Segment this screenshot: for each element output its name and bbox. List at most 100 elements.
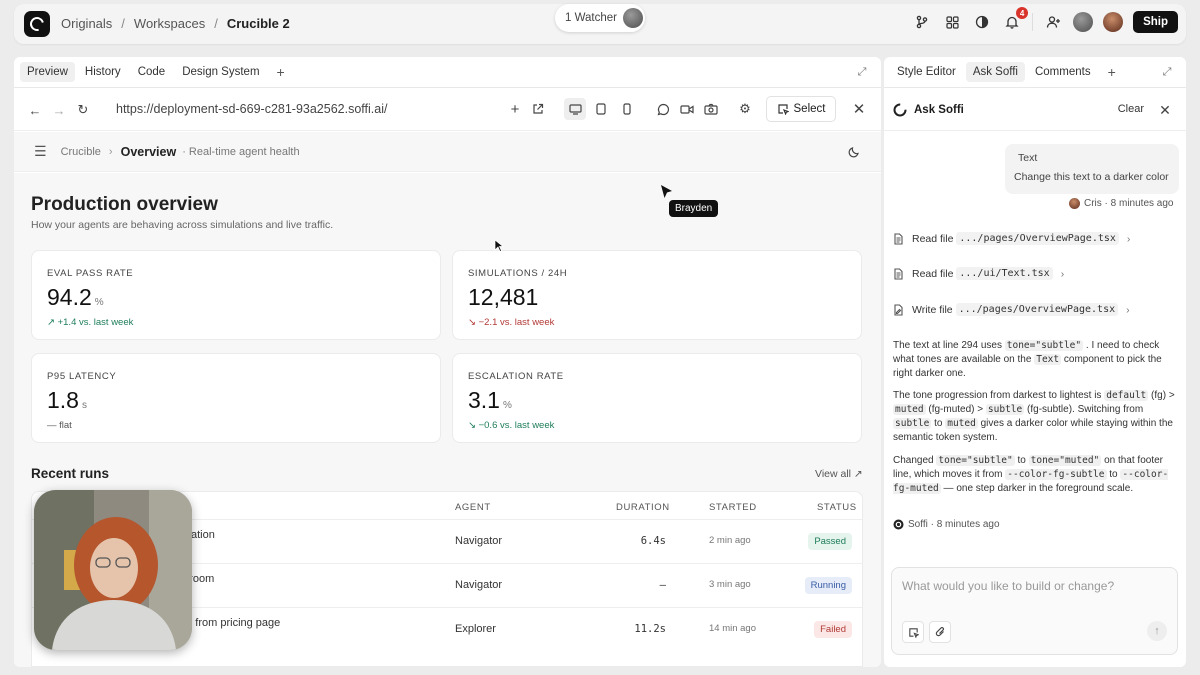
back-icon[interactable]: ← [24, 99, 46, 121]
breadcrumb-originals[interactable]: Originals [61, 16, 112, 31]
avatar[interactable] [1073, 12, 1094, 32]
select-label: Select [793, 103, 826, 115]
avatar[interactable] [1103, 12, 1124, 32]
app-subtitle: · Real-time agent health [182, 145, 300, 158]
page-title: Production overview [31, 194, 218, 215]
header-agent: AGENT [455, 502, 491, 513]
assistant-paragraph: Changed tone="subtle" to tone="muted" on… [893, 455, 1169, 494]
user-message-text: Change this text to a darker color [1014, 171, 1169, 183]
close-icon[interactable]: ✕ [848, 98, 870, 120]
expand-icon[interactable]: ⤢ [851, 61, 873, 83]
breadcrumb-current[interactable]: Crucible 2 [227, 16, 290, 31]
assistant-panel: Style Editor Ask Soffi Comments + ⤢ Ask … [884, 57, 1186, 667]
clear-button[interactable]: Clear [1118, 103, 1144, 115]
assistant-title: Ask Soffi [914, 103, 964, 116]
metric-card-p95-latency[interactable]: P95 LATENCY 1.8 s — flat [31, 353, 441, 443]
send-icon[interactable]: ↑ [1147, 621, 1167, 641]
status-badge: Failed [814, 621, 852, 638]
tab-comments[interactable]: Comments [1028, 62, 1098, 82]
url-field[interactable]: https://deployment-sd-669-c281-93a2562.s… [106, 96, 556, 122]
top-actions: 4 Ship [912, 7, 1178, 33]
tab-design-system[interactable]: Design System [175, 62, 266, 82]
ship-button[interactable]: Ship [1133, 11, 1178, 33]
add-tab-button[interactable]: + [1101, 60, 1123, 84]
add-user-icon[interactable] [1043, 12, 1063, 32]
bell-icon[interactable]: 4 [1002, 7, 1029, 32]
grid-icon[interactable] [942, 12, 962, 32]
select-cursor-icon [777, 104, 789, 115]
capture-tools [652, 98, 722, 120]
webcam-video[interactable] [34, 490, 192, 650]
url-bar: ← → ↻ https://deployment-sd-669-c281-93a… [14, 89, 881, 131]
select-element-icon[interactable] [902, 621, 924, 643]
mouse-pointer-icon [494, 239, 504, 252]
moon-icon[interactable] [843, 141, 865, 163]
open-external-icon[interactable] [527, 98, 549, 120]
app-logo[interactable] [24, 11, 50, 37]
metric-card-simulations[interactable]: SIMULATIONS / 24H 12,481 ↘ −2.1 vs. last… [452, 250, 862, 340]
header-duration: DURATION [616, 502, 670, 513]
watcher-label: 1 Watcher [565, 12, 617, 24]
tool-call[interactable]: Write file .../pages/OverviewPage.tsx › [893, 303, 1130, 316]
user-message: Text Change this text to a darker color [1005, 144, 1179, 194]
chevron-right-icon: › [1060, 267, 1065, 280]
run-agent: Navigator [455, 579, 503, 591]
tab-history[interactable]: History [78, 62, 128, 82]
tablet-icon[interactable] [590, 98, 612, 120]
user-message-title: Text [1018, 152, 1038, 164]
metric-label: ESCALATION RATE [468, 371, 564, 382]
soffi-logo-icon [893, 103, 907, 116]
app-crumb[interactable]: Crucible [61, 146, 101, 158]
tool-call[interactable]: Read file .../pages/OverviewPage.tsx › [893, 232, 1130, 245]
new-tab-icon[interactable]: + [504, 98, 526, 120]
user-message-meta: Cris · 8 minutes ago [1069, 198, 1173, 209]
assistant-tabs: Style Editor Ask Soffi Comments + ⤢ [884, 57, 1186, 88]
app-header: ☰ Crucible › Overview · Real-time agent … [14, 132, 881, 172]
menu-icon[interactable]: ☰ [34, 143, 47, 160]
tab-ask-soffi[interactable]: Ask Soffi [965, 62, 1025, 82]
video-icon[interactable] [676, 98, 698, 120]
remote-cursor-label: Brayden [669, 200, 719, 217]
comment-icon[interactable] [652, 98, 674, 120]
assistant-header: Ask Soffi Clear ✕ [884, 89, 1186, 131]
add-tab-button[interactable]: + [270, 60, 292, 84]
run-name: nd from pricing page [180, 617, 281, 629]
camera-icon[interactable] [700, 98, 722, 120]
tab-style-editor[interactable]: Style Editor [890, 62, 963, 82]
remote-cursor-icon [661, 185, 672, 198]
theme-icon[interactable] [972, 12, 992, 32]
reload-icon[interactable]: ↻ [72, 99, 94, 121]
assistant-paragraph: The tone progression from darkest to lig… [893, 390, 1175, 443]
desktop-icon[interactable] [564, 98, 586, 120]
assistant-meta: Soffi · 8 minutes ago [893, 519, 1000, 530]
branch-icon[interactable] [912, 12, 932, 32]
tool-call[interactable]: Read file .../ui/Text.tsx › [893, 267, 1064, 280]
metric-card-escalation-rate[interactable]: ESCALATION RATE 3.1% ↘ −0.6 vs. last wee… [452, 353, 862, 443]
header-started: STARTED [709, 502, 757, 513]
settings-icon[interactable]: ⚙ [734, 98, 756, 120]
run-agent: Navigator [455, 535, 503, 547]
attach-icon[interactable] [929, 621, 951, 643]
select-button[interactable]: Select [766, 96, 836, 122]
assistant-paragraph: The text at line 294 uses tone="subtle" … [893, 340, 1162, 379]
tab-code[interactable]: Code [131, 62, 173, 82]
metric-card-eval-pass-rate[interactable]: EVAL PASS RATE 94.2% ↗ +1.4 vs. last wee… [31, 250, 441, 340]
tab-preview[interactable]: Preview [20, 62, 75, 82]
close-icon[interactable]: ✕ [1154, 99, 1176, 121]
watcher-chip[interactable]: 1 Watcher [555, 4, 645, 32]
avatar [622, 8, 643, 28]
run-started: 2 min ago [709, 535, 751, 546]
status-badge: Passed [808, 533, 852, 550]
status-badge: Running [804, 577, 852, 594]
file-icon [894, 267, 903, 280]
breadcrumb-workspaces[interactable]: Workspaces [134, 16, 205, 31]
mobile-icon[interactable] [616, 98, 638, 120]
chat-input[interactable]: What would you like to build or change? … [891, 567, 1178, 655]
run-duration: — [659, 579, 666, 591]
expand-icon[interactable]: ⤢ [1156, 61, 1178, 83]
metric-delta: ↘ −0.6 vs. last week [468, 420, 555, 431]
forward-icon[interactable]: → [48, 99, 70, 121]
run-started: 14 min ago [709, 623, 757, 634]
chat-input-placeholder: What would you like to build or change? [902, 579, 1115, 593]
view-all-link[interactable]: View all ↗ [815, 468, 863, 480]
